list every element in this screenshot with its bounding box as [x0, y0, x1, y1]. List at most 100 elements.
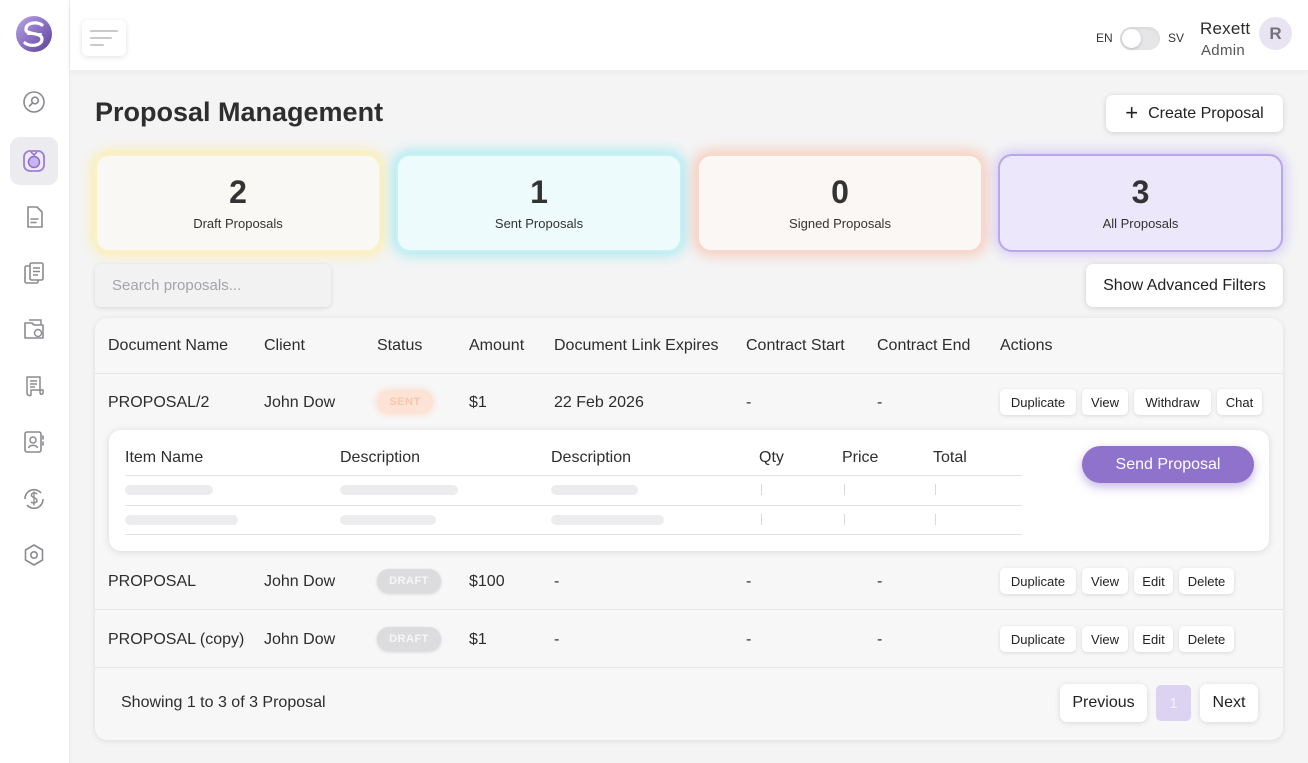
- currency-cycle-icon: [24, 488, 44, 510]
- pagination-summary: Showing 1 to 3 of 3 Proposal: [121, 694, 326, 711]
- user-name: Rexett: [1200, 19, 1251, 38]
- sidebar-item-documents[interactable]: [10, 193, 58, 241]
- view-button[interactable]: View: [1082, 568, 1128, 594]
- sidebar-item-settings[interactable]: [10, 531, 58, 579]
- withdraw-button[interactable]: Withdraw: [1134, 389, 1211, 415]
- client-name: John Dow: [264, 573, 336, 590]
- stat-card-sent[interactable]: 1 Sent Proposals: [396, 154, 682, 252]
- amount: $1: [469, 631, 487, 648]
- sidebar-item-contracts[interactable]: [10, 362, 58, 410]
- duplicate-button[interactable]: Duplicate: [1000, 626, 1076, 652]
- delete-button[interactable]: Delete: [1179, 626, 1234, 652]
- menu-line-icon: [90, 44, 104, 46]
- amount: $100: [469, 573, 505, 590]
- divider: [125, 475, 1022, 476]
- previous-page-button[interactable]: Previous: [1060, 684, 1147, 722]
- search-input[interactable]: [95, 264, 331, 307]
- edit-button[interactable]: Edit: [1134, 568, 1173, 594]
- items-column-header: Item Name: [125, 449, 204, 466]
- user-role: Admin: [1201, 42, 1246, 59]
- status-badge: DRAFT: [377, 569, 441, 593]
- avatar[interactable]: R: [1259, 17, 1292, 50]
- column-header[interactable]: Document Link Expires: [554, 337, 719, 355]
- column-header: Actions: [1000, 337, 1053, 354]
- stat-label: Sent Proposals: [494, 216, 584, 232]
- folder-icon: [24, 319, 44, 339]
- sidebar-item-reports[interactable]: [10, 249, 58, 297]
- contract-end: -: [877, 631, 883, 648]
- stat-label: All Proposals: [1102, 216, 1179, 232]
- view-button[interactable]: View: [1082, 389, 1128, 415]
- contract-start: -: [746, 573, 752, 590]
- settings-icon: [24, 544, 44, 566]
- language-toggle[interactable]: [1120, 27, 1160, 50]
- stat-value: 1: [530, 173, 548, 210]
- skeleton-tick: [935, 514, 936, 525]
- link-expires: -: [554, 573, 560, 590]
- items-column-header: Description: [340, 449, 421, 466]
- divider: [125, 534, 1022, 535]
- column-header[interactable]: Contract Start: [746, 337, 845, 355]
- advanced-filters-button[interactable]: Show Advanced Filters: [1086, 264, 1283, 307]
- menu-toggle-button[interactable]: [82, 20, 126, 56]
- sidebar-item-search[interactable]: [10, 78, 58, 126]
- document-name: PROPOSAL: [108, 573, 197, 590]
- items-column-header: Qty: [759, 449, 784, 466]
- document-icon: [27, 206, 43, 228]
- stat-card-draft[interactable]: 2 Draft Proposals: [95, 154, 381, 252]
- items-column-header: Total: [933, 449, 967, 466]
- sidebar-item-billing[interactable]: [10, 475, 58, 523]
- divider: [125, 505, 1022, 506]
- column-header[interactable]: Document Name: [108, 337, 228, 355]
- create-proposal-button[interactable]: + Create Proposal: [1106, 95, 1283, 132]
- chat-button[interactable]: Chat: [1217, 389, 1262, 415]
- delete-button[interactable]: Delete: [1179, 568, 1234, 594]
- stat-value: 2: [229, 173, 247, 210]
- language-en-label: EN: [1096, 31, 1113, 45]
- column-header[interactable]: Client: [264, 337, 305, 355]
- sidebar: [0, 0, 70, 763]
- edit-button[interactable]: Edit: [1134, 626, 1173, 652]
- status-badge: SENT: [377, 390, 433, 414]
- document-name: PROPOSAL (copy): [108, 631, 245, 648]
- document-name: PROPOSAL/2: [108, 394, 210, 411]
- column-header[interactable]: Contract End: [877, 337, 970, 355]
- column-header[interactable]: Status: [377, 337, 422, 355]
- next-page-button[interactable]: Next: [1200, 684, 1258, 722]
- stat-value: 0: [831, 173, 849, 210]
- menu-line-icon: [90, 37, 112, 39]
- items-column-header: Price: [842, 449, 879, 466]
- column-header[interactable]: Amount: [469, 337, 524, 355]
- link-expires: 22 Feb 2026: [554, 394, 644, 411]
- sidebar-item-contacts[interactable]: [10, 418, 58, 466]
- link-expires: -: [554, 631, 560, 648]
- clipboard-icon: [24, 262, 44, 284]
- app-logo[interactable]: [14, 14, 54, 54]
- stat-card-signed[interactable]: 0 Signed Proposals: [697, 154, 983, 252]
- stat-card-all[interactable]: 3 All Proposals: [998, 154, 1283, 252]
- contract-end: -: [877, 394, 883, 411]
- duplicate-button[interactable]: Duplicate: [1000, 389, 1076, 415]
- plus-icon: +: [1125, 99, 1139, 125]
- status-badge: DRAFT: [377, 627, 441, 651]
- items-column-header: Description: [551, 449, 632, 466]
- proposal-items-panel: Item Name Description Description Qty Pr…: [109, 430, 1269, 551]
- proposals-table: Document Name Client Status Amount Docum…: [95, 318, 1283, 740]
- page-number-button[interactable]: 1: [1156, 685, 1191, 721]
- send-proposal-button[interactable]: Send Proposal: [1082, 446, 1254, 483]
- view-button[interactable]: View: [1082, 626, 1128, 652]
- contract-start: -: [746, 394, 752, 411]
- language-sv-label: SV: [1168, 31, 1185, 45]
- duplicate-button[interactable]: Duplicate: [1000, 568, 1076, 594]
- contract-start: -: [746, 631, 752, 648]
- skeleton-bar: [125, 515, 238, 525]
- skeleton-bar: [125, 485, 213, 495]
- search-dial-icon: [23, 91, 45, 113]
- scroll-icon: [26, 376, 44, 397]
- skeleton-bar: [551, 485, 638, 495]
- divider: [95, 609, 1283, 610]
- stat-value: 3: [1131, 173, 1150, 210]
- sidebar-item-projects[interactable]: [10, 305, 58, 353]
- sidebar-item-proposals[interactable]: [10, 137, 58, 185]
- skeleton-tick: [935, 484, 936, 495]
